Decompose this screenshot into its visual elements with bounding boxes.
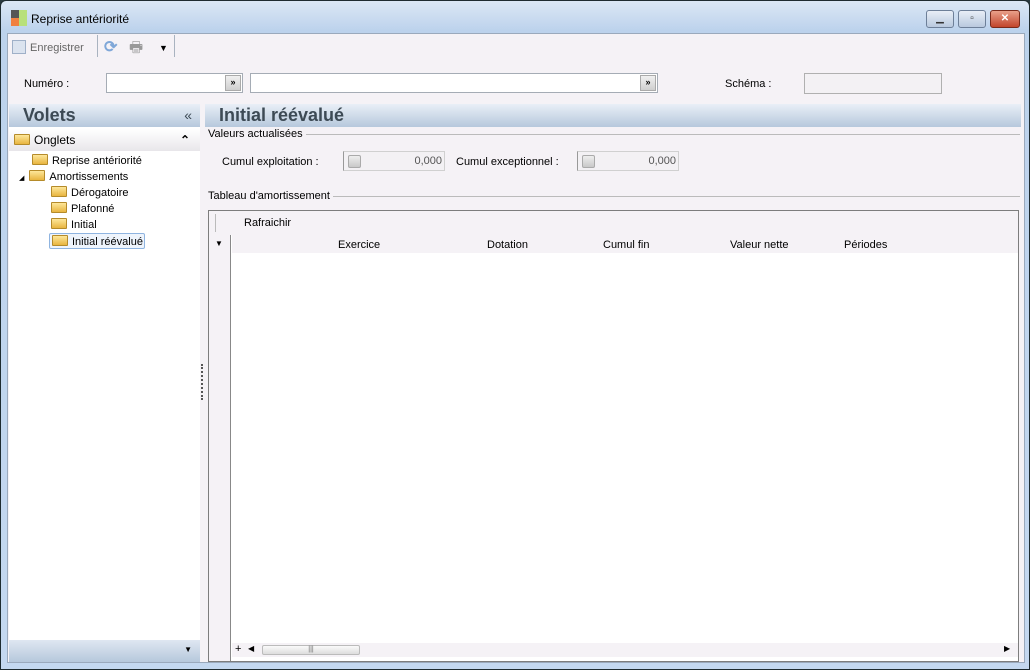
collapse-section-icon[interactable]: ⌃ (180, 129, 190, 151)
splitter-handle[interactable] (201, 364, 203, 400)
toolbar-separator (97, 35, 98, 57)
tree-item-label: Initial (71, 219, 97, 231)
page-title: Initial réévalué (219, 105, 345, 125)
expand-arrow-icon[interactable]: ◢ (19, 175, 24, 182)
tree-item-initial-reevalue[interactable]: Initial réévalué (49, 233, 145, 249)
print-dropdown-icon[interactable]: ▼ (159, 39, 168, 57)
grip (215, 214, 216, 232)
column-header-dotation[interactable]: Dotation (487, 237, 528, 253)
row-indicator-column (209, 235, 231, 661)
folder-icon (51, 202, 67, 213)
grid-toolbar: Rafraichir (209, 211, 1018, 235)
left-panel-footer[interactable]: ▼ (9, 640, 200, 662)
cumul-exceptionnel-field[interactable]: 0,000 (577, 151, 679, 171)
tree: Reprise antériorité ◢ Amortissements Déro… (9, 151, 200, 249)
minimize-button[interactable]: ▁ (926, 10, 954, 28)
app-icon (11, 10, 27, 26)
open-folder-icon (52, 235, 68, 246)
folder-icon (32, 154, 48, 165)
left-panel-title: Volets (23, 105, 76, 125)
toolbar-separator (174, 35, 175, 57)
tree-item-label: Plafonné (71, 203, 115, 215)
scroll-left-icon[interactable]: ◀ (248, 644, 254, 653)
chevron-down-icon[interactable]: » (225, 75, 241, 91)
column-header-periodes[interactable]: Périodes (844, 237, 887, 253)
refresh-icon[interactable]: ⟳ (104, 39, 117, 57)
horizontal-scrollbar[interactable]: + ◀ ||| ▶ (232, 643, 1018, 657)
amortization-grid: Rafraichir ▼ Exercice Dotation Cumul fin… (208, 210, 1019, 662)
left-panel-header: Volets « (9, 104, 200, 127)
add-row-icon[interactable]: + (235, 643, 241, 655)
maximize-button[interactable]: ▫ (958, 10, 986, 28)
table-group-label: Tableau d'amortissement (208, 190, 333, 202)
cumul-exceptionnel-label: Cumul exceptionnel : (456, 156, 559, 168)
values-group-line (208, 134, 1020, 135)
window-title: Reprise antériorité (31, 12, 130, 26)
close-button[interactable]: ✕ (990, 10, 1020, 28)
calculator-button[interactable] (348, 155, 361, 168)
numero-description-combo[interactable]: » (250, 73, 658, 93)
tree-item-label: Dérogatoire (71, 187, 129, 199)
title-bar: Reprise antériorité ▁ ▫ ✕ (1, 1, 1029, 33)
folder-icon (51, 218, 67, 229)
chevron-down-icon[interactable]: ▼ (184, 645, 192, 654)
tree-item-label: Initial réévalué (72, 236, 143, 248)
column-header-valeur-nette[interactable]: Valeur nette (730, 237, 789, 253)
print-icon[interactable]: 🖶 (129, 39, 143, 57)
onglets-section-header[interactable]: Onglets ⌃ (9, 129, 200, 151)
schema-label: Schéma : (725, 78, 772, 90)
numero-combo[interactable]: » (106, 73, 243, 93)
folder-icon (14, 134, 30, 145)
tree-item-derogatoire[interactable]: Dérogatoire (9, 185, 200, 201)
folder-icon (29, 170, 46, 181)
collapse-panel-icon[interactable]: « (184, 104, 192, 127)
tree-item-plafonne[interactable]: Plafonné (9, 201, 200, 217)
numero-label: Numéro : (24, 78, 70, 90)
scrollbar-thumb[interactable]: ||| (262, 645, 360, 655)
window: Reprise antériorité ▁ ▫ ✕ Enregistrer ⟳ … (0, 0, 1030, 670)
folder-icon (51, 186, 67, 197)
chevron-down-icon[interactable]: » (640, 75, 656, 91)
column-header-exercice[interactable]: Exercice (338, 237, 380, 253)
refresh-button[interactable]: Rafraichir (244, 217, 291, 229)
scroll-right-icon[interactable]: ▶ (1004, 644, 1010, 653)
values-group-label: Valeurs actualisées (208, 128, 306, 140)
main-header: Initial réévalué (205, 104, 1021, 127)
column-header-cumul-fin[interactable]: Cumul fin (603, 237, 649, 253)
cumul-exploitation-label: Cumul exploitation : (222, 156, 319, 168)
calculator-button[interactable] (582, 155, 595, 168)
left-panel: Volets « Onglets ⌃ Reprise antériorité ◢… (9, 104, 200, 662)
cumul-exceptionnel-value: 0,000 (648, 155, 676, 167)
tree-item-label: Amortissements (49, 171, 129, 183)
save-icon (12, 40, 26, 54)
schema-input[interactable] (804, 73, 942, 94)
tree-item-initial[interactable]: Initial (9, 217, 200, 233)
save-label: Enregistrer (30, 42, 84, 54)
client-area: Enregistrer ⟳ 🖶 ▼ Numéro : » » Schéma : … (7, 33, 1025, 663)
tree-item-label: Reprise antériorité (52, 155, 142, 167)
column-chooser-icon[interactable]: ▼ (215, 239, 223, 248)
save-button[interactable]: Enregistrer (12, 39, 84, 57)
tree-item-reprise[interactable]: Reprise antériorité (9, 153, 200, 169)
onglets-label: Onglets (34, 133, 76, 147)
cumul-exploitation-field[interactable]: 0,000 (343, 151, 445, 171)
cumul-exploitation-value: 0,000 (414, 155, 442, 167)
tree-item-amortissements[interactable]: ◢ Amortissements (9, 169, 200, 185)
